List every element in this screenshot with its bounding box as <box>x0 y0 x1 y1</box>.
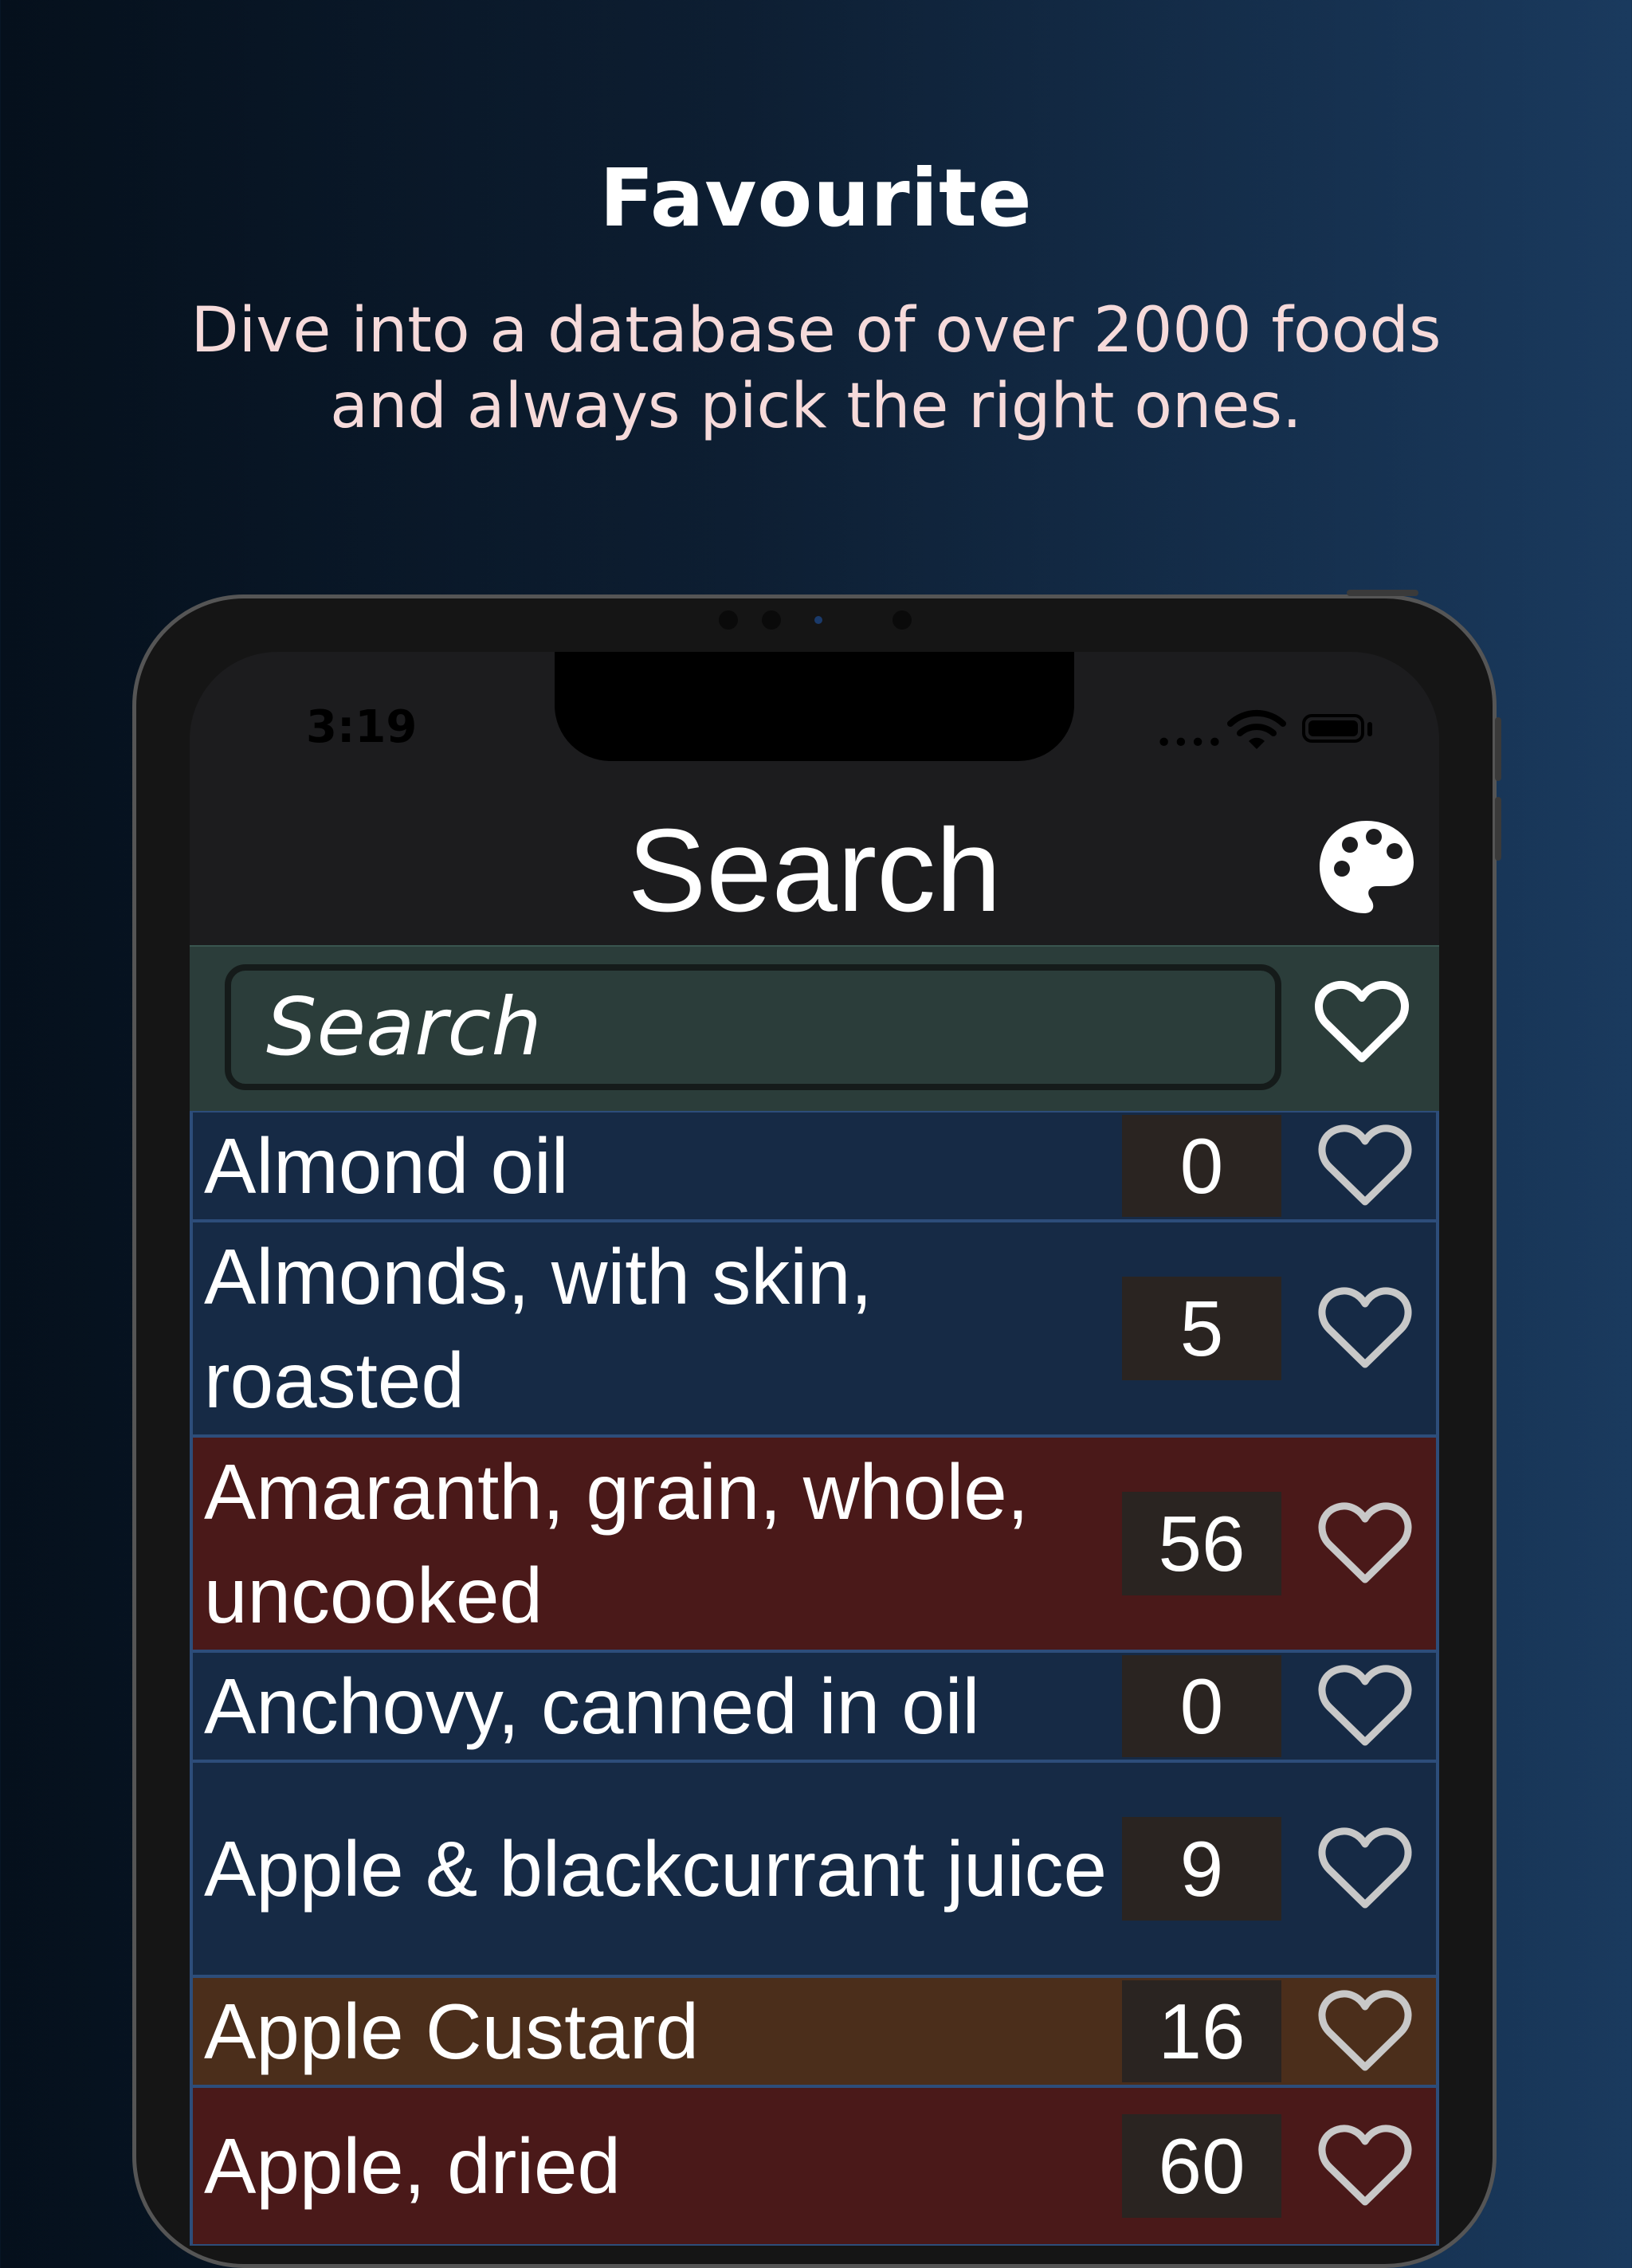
food-name: Amaranth, grain, whole, uncooked <box>204 1448 1029 1639</box>
food-row[interactable]: Apple & blackcurrant juice 9 <box>190 1761 1439 1976</box>
sensor-dot <box>892 610 912 630</box>
favorite-heart-icon[interactable] <box>1316 1122 1414 1210</box>
food-name: Apple & blackcurrant juice <box>204 1825 1108 1913</box>
promo-subtitle: Dive into a database of over 2000 foods … <box>190 295 1442 442</box>
palette-icon[interactable] <box>1315 816 1418 920</box>
gi-value: 56 <box>1122 1492 1281 1595</box>
food-name: Almond oil <box>204 1122 569 1210</box>
food-row[interactable]: Almonds, with skin, roasted 5 <box>190 1221 1439 1436</box>
food-name: Apple, dried <box>204 2122 622 2210</box>
cellular-icon: •••• <box>1155 727 1223 759</box>
battery-icon <box>1302 714 1364 743</box>
side-button <box>1495 717 1501 781</box>
food-row[interactable]: Apple, dried 60 <box>190 2086 1439 2246</box>
app-screen: 3:19 •••• Search Search Almond oil 0 Almon… <box>190 652 1439 2246</box>
status-time: 3:19 <box>306 701 418 753</box>
side-button <box>1495 797 1501 861</box>
gi-value: 5 <box>1122 1277 1281 1380</box>
sensor-dot <box>719 610 738 630</box>
gi-value: 0 <box>1122 1655 1281 1757</box>
wifi-icon <box>1227 709 1286 749</box>
search-input[interactable]: Search <box>225 964 1281 1090</box>
notch <box>555 652 1074 761</box>
gi-value: 60 <box>1122 2114 1281 2218</box>
favorite-heart-icon[interactable] <box>1316 1825 1414 1913</box>
favorite-heart-icon[interactable] <box>1316 1662 1414 1750</box>
favorite-heart-icon[interactable] <box>1316 1500 1414 1587</box>
gi-value: 9 <box>1122 1817 1281 1921</box>
food-row[interactable]: Almond oil 0 <box>190 1111 1439 1221</box>
nav-title: Search <box>627 805 1002 936</box>
food-list: Almond oil 0 Almonds, with skin, roasted 5 A… <box>190 1111 1439 2246</box>
favorite-heart-icon[interactable] <box>1316 1987 1414 2075</box>
favorites-filter-heart-icon[interactable] <box>1313 979 1410 1066</box>
search-bar: Search <box>190 945 1439 1114</box>
camera-icon <box>814 616 822 624</box>
favorite-heart-icon[interactable] <box>1316 1285 1414 1372</box>
food-row[interactable]: Anchovy, canned in oil 0 <box>190 1651 1439 1761</box>
battery-cap <box>1367 722 1372 736</box>
gi-value: 0 <box>1122 1115 1281 1217</box>
promo-title: Favourite <box>599 151 1033 245</box>
favorite-heart-icon[interactable] <box>1316 2122 1414 2210</box>
food-name: Almonds, with skin, roasted <box>204 1233 873 1424</box>
top-button <box>1347 590 1418 596</box>
food-name: Apple Custard <box>204 1987 700 2075</box>
food-name: Anchovy, canned in oil <box>204 1662 980 1750</box>
sensor-dot <box>762 610 781 630</box>
food-row[interactable]: Apple Custard 16 <box>190 1976 1439 2086</box>
food-row[interactable]: Amaranth, grain, whole, uncooked 56 <box>190 1436 1439 1651</box>
gi-value: 16 <box>1122 1980 1281 2082</box>
